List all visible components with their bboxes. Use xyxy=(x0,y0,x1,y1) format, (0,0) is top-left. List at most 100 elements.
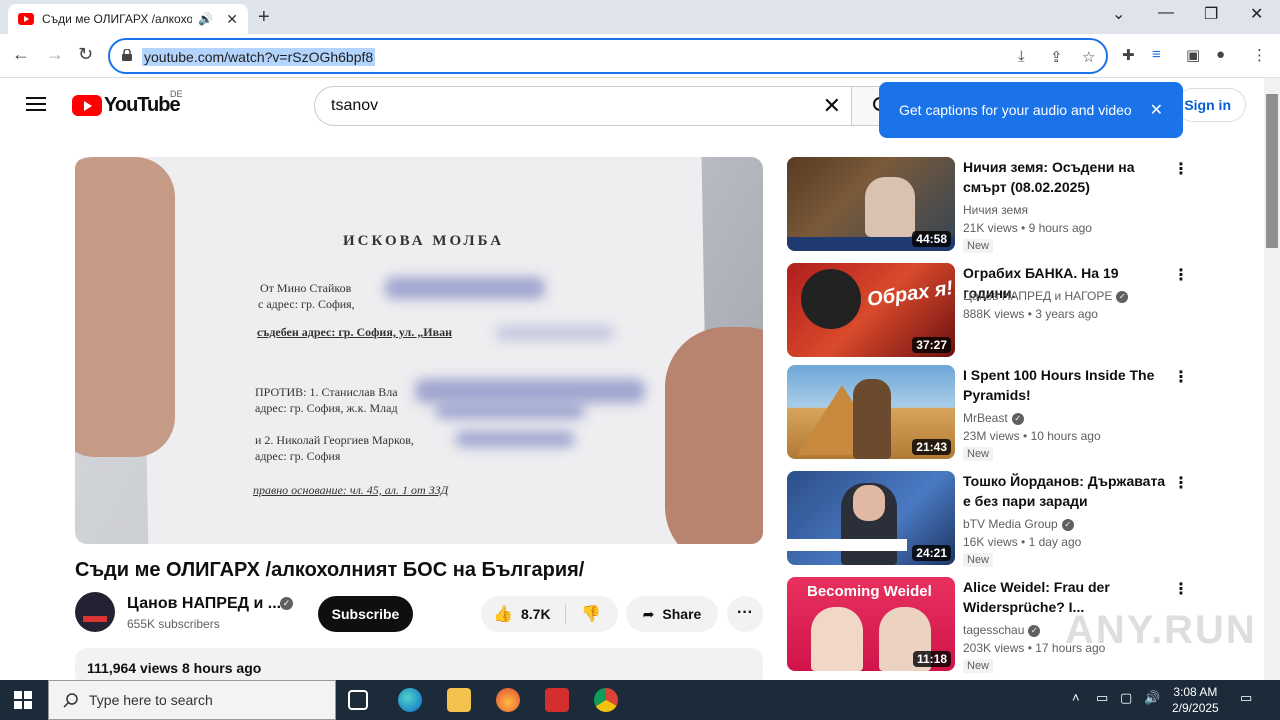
forward-button[interactable]: → xyxy=(46,44,64,65)
chrome-icon[interactable] xyxy=(594,688,618,712)
video-thumbnail[interactable]: Becoming Weidel 11:18 xyxy=(787,577,955,671)
notifications-icon[interactable]: ▭ xyxy=(1240,690,1252,706)
thumbnail-face xyxy=(853,485,885,521)
channel-label: Цанов НАПРЕД и НАГОРЕ xyxy=(963,289,1113,303)
recommendation-menu-icon[interactable]: ⋮ xyxy=(1173,473,1189,493)
taskbar-search-input[interactable]: Type here to search xyxy=(48,680,336,720)
minimize-button[interactable]: — xyxy=(1158,4,1174,22)
thumbnail-text: Becoming Weidel xyxy=(807,583,932,600)
scrollbar-thumb[interactable] xyxy=(1266,94,1278,248)
share-button[interactable]: ➦ Share xyxy=(626,596,718,632)
reload-button[interactable]: ↻ xyxy=(78,44,93,65)
video-player[interactable]: ИСКОВА МОЛБА От Мино Стайков с адрес: гр… xyxy=(75,157,763,544)
tooltip-close-icon[interactable]: ✕ xyxy=(1150,100,1163,120)
recommendation-title[interactable]: Тошко Йорданов: Държавата е без пари зар… xyxy=(963,471,1168,511)
profile-icon[interactable]: ● xyxy=(1216,46,1225,63)
speaker-icon[interactable]: 🔊 xyxy=(198,12,213,26)
tray-chevron-icon[interactable]: ˄ xyxy=(1072,690,1080,705)
video-thumbnail[interactable]: 24:21 xyxy=(787,471,955,565)
restore-button[interactable]: ❐ xyxy=(1204,4,1218,24)
clock-time: 3:08 AM xyxy=(1173,685,1218,699)
recommendation-channel[interactable]: Ничия земя xyxy=(963,203,1028,217)
video-thumbnail[interactable]: 21:43 xyxy=(787,365,955,459)
view-count: 203K views xyxy=(963,641,1025,655)
windows-start-icon[interactable] xyxy=(14,691,32,709)
page-scrollbar[interactable] xyxy=(1264,78,1280,680)
back-button[interactable]: ← xyxy=(12,44,30,65)
recommendation-channel[interactable]: Цанов НАПРЕД и НАГОРЕ ✓ xyxy=(963,289,1129,303)
channel-avatar[interactable] xyxy=(75,592,115,632)
tab-close-icon[interactable]: ✕ xyxy=(226,11,238,28)
recommendation-menu-icon[interactable]: ⋮ xyxy=(1173,367,1189,387)
upload-age: 10 hours ago xyxy=(1030,429,1101,443)
app-icon[interactable] xyxy=(545,688,569,712)
share-page-icon[interactable]: ⇪ xyxy=(1050,48,1063,66)
tray-device-icon[interactable]: ▭ xyxy=(1096,690,1108,706)
recommendation-item[interactable]: 24:21 Тошко Йорданов: Държавата е без па… xyxy=(787,471,1189,567)
search-query[interactable]: tsanov xyxy=(331,97,378,115)
network-icon[interactable]: ▢ xyxy=(1120,690,1132,706)
recommendation-item[interactable]: 21:43 I Spent 100 Hours Inside The Pyram… xyxy=(787,365,1189,461)
bookmark-star-icon[interactable]: ☆ xyxy=(1082,48,1095,66)
sign-in-button[interactable]: Sign in xyxy=(1176,88,1246,122)
like-button[interactable]: 👍 xyxy=(493,604,513,624)
tab-search-icon[interactable]: ⌄ xyxy=(1112,4,1125,24)
recommendation-item[interactable]: 44:58 Ничия земя: Осъдени на смърт (08.0… xyxy=(787,157,1189,253)
recommendation-channel[interactable]: MrBeast ✓ xyxy=(963,411,1024,425)
youtube-logo[interactable]: YouTube DE xyxy=(72,89,183,117)
search-input[interactable]: tsanov ✕ xyxy=(314,86,852,126)
more-actions-button[interactable]: ··· xyxy=(727,596,763,632)
window-close-button[interactable]: ✕ xyxy=(1250,4,1263,24)
channel-label: bTV Media Group xyxy=(963,517,1058,531)
frame-line: с адрес: гр. София, xyxy=(258,297,355,311)
lock-icon[interactable] xyxy=(122,49,132,61)
task-view-icon[interactable] xyxy=(348,690,368,710)
recommendation-title[interactable]: Ничия земя: Осъдени на смърт (08.02.2025… xyxy=(963,157,1168,197)
thumbnail-banner xyxy=(787,539,907,551)
url-text[interactable]: youtube.com/watch?v=rSzOGh6bpf8 xyxy=(142,48,376,66)
file-explorer-icon[interactable] xyxy=(447,688,471,712)
redaction-blur xyxy=(385,277,545,299)
recommendation-menu-icon[interactable]: ⋮ xyxy=(1173,265,1189,285)
recommendation-menu-icon[interactable]: ⋮ xyxy=(1173,159,1189,179)
chrome-menu-icon[interactable]: ⋮ xyxy=(1252,46,1267,64)
recommendation-channel[interactable]: tagesschau ✓ xyxy=(963,623,1041,637)
recommendation-meta: 888K views • 3 years ago xyxy=(963,307,1098,321)
media-controls-icon[interactable]: ≡ xyxy=(1152,46,1161,63)
recommendation-title[interactable]: I Spent 100 Hours Inside The Pyramids! xyxy=(963,365,1168,405)
youtube-play-icon xyxy=(72,95,102,116)
verified-icon: ✓ xyxy=(1028,624,1041,637)
watermark-logo: ANY.RUN xyxy=(1065,608,1257,652)
browser-tab[interactable]: Съди ме ОЛИГАРХ /алкохо 🔊 ✕ xyxy=(8,4,248,34)
install-icon[interactable]: ⤓ xyxy=(1018,48,1025,65)
system-clock[interactable]: 3:08 AM 2/9/2025 xyxy=(1172,684,1219,716)
video-thumbnail[interactable]: Обрах я! 37:27 xyxy=(787,263,955,357)
redaction-blur xyxy=(435,403,585,419)
edge-icon[interactable] xyxy=(398,688,422,712)
dislike-button[interactable]: 👎 xyxy=(581,604,601,624)
browser-toolbar: ← → ↻ youtube.com/watch?v=rSzOGh6bpf8 ⤓ … xyxy=(0,34,1280,78)
recommendation-channel[interactable]: bTV Media Group ✓ xyxy=(963,517,1074,531)
new-badge: New xyxy=(963,239,994,253)
hamburger-menu-icon[interactable] xyxy=(26,97,46,111)
video-thumbnail[interactable]: 44:58 xyxy=(787,157,955,251)
clear-search-icon[interactable]: ✕ xyxy=(823,93,841,119)
upload-age: 9 hours ago xyxy=(1028,221,1092,235)
channel-label: tagesschau xyxy=(963,623,1025,637)
video-title: Съди ме ОЛИГАРХ /алкохолният БОС на Бълг… xyxy=(75,559,585,581)
taskbar-search-placeholder: Type here to search xyxy=(89,692,213,708)
recommendation-meta: 21K views • 9 hours ago xyxy=(963,221,1092,235)
volume-icon[interactable]: 🔊 xyxy=(1144,690,1160,706)
firefox-icon[interactable] xyxy=(496,688,520,712)
extensions-icon[interactable]: ✚ xyxy=(1122,46,1135,64)
subscribe-button[interactable]: Subscribe xyxy=(318,596,413,632)
view-count: 23M views xyxy=(963,429,1020,443)
redaction-blur xyxy=(495,325,615,341)
side-panel-icon[interactable]: ▣ xyxy=(1186,46,1200,64)
view-count: 21K views xyxy=(963,221,1018,235)
new-tab-button[interactable]: + xyxy=(258,6,270,29)
recommendation-menu-icon[interactable]: ⋮ xyxy=(1173,579,1189,599)
recommendation-item[interactable]: Обрах я! 37:27 Ограбих БАНКА. На 19 годи… xyxy=(787,263,1189,357)
address-bar[interactable]: youtube.com/watch?v=rSzOGh6bpf8 ⤓ ⇪ ☆ xyxy=(108,38,1108,74)
channel-name[interactable]: Цанов НАПРЕД и ... xyxy=(127,595,281,613)
